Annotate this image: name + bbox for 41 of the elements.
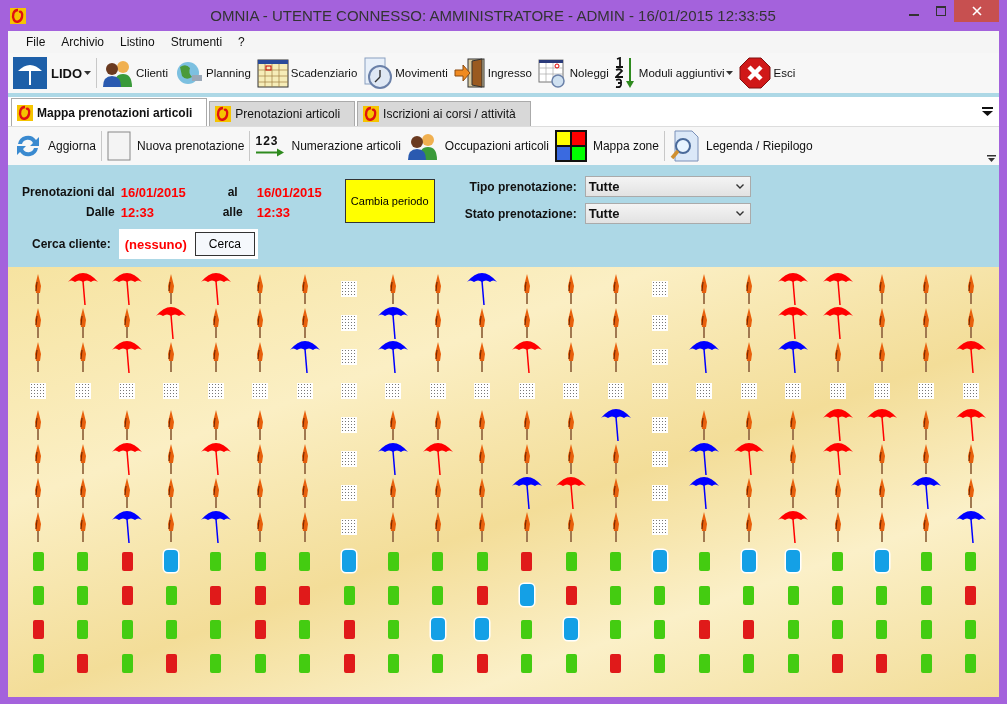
menu-item[interactable]: Archivio [53, 35, 113, 49]
toolbar-button[interactable]: Mappa zone [551, 130, 662, 162]
time-value: 12:33 [120, 205, 155, 220]
field-label: Tipo prenotazione: [468, 179, 577, 194]
tab[interactable]: Iscrizioni ai corsi / attività [357, 101, 531, 126]
field-label: alle [221, 205, 244, 220]
toolbar-button[interactable]: Esci [736, 55, 799, 91]
field-label: Stato prenotazione: [464, 206, 577, 221]
change-period-button[interactable]: Cambia periodo [344, 179, 435, 223]
window-title: OMNIA - UTENTE CONNESSO: AMMINISTRATORE - ADMIN - 16/01/2015 12:33:55 [209, 7, 777, 24]
toolbar-button[interactable]: Scadenziario [253, 55, 361, 91]
tab[interactable]: Prenotazioni articoli [209, 101, 356, 126]
field-label: Cerca cliente: [32, 237, 111, 251]
toolbar-button[interactable]: LIDO [10, 55, 95, 91]
icon-numbers: 123 [255, 135, 279, 148]
search-button[interactable]: Cerca [194, 232, 255, 256]
menu-item[interactable]: Listino [112, 35, 163, 49]
field-label: Dalle [85, 205, 115, 220]
type-dropdown[interactable]: Tutte [584, 176, 751, 197]
toolbar-button[interactable]: Movimenti [360, 55, 451, 91]
tab[interactable]: Mappa prenotazioni articoli [11, 98, 208, 126]
toolbar-button[interactable]: Nuova prenotazione [104, 131, 248, 161]
date-value: 16/01/2015 [120, 185, 187, 200]
toolbar-button[interactable]: Aggiorna [11, 132, 100, 160]
status-dropdown[interactable]: Tutte [584, 203, 751, 224]
field-label: Prenotazioni dal [22, 185, 115, 200]
date-value: 16/01/2015 [256, 185, 323, 200]
toolbar-button[interactable]: Legenda / Riepilogo [666, 130, 816, 162]
toolbar-button[interactable]: Occupazioni articoli [403, 132, 552, 160]
menu-item[interactable]: Strumenti [162, 35, 231, 49]
customer-value: (nessuno) [124, 236, 187, 252]
toolbar-button[interactable]: Moduli aggiuntivi [611, 55, 737, 91]
time-value: 12:33 [256, 205, 291, 220]
field-label: al [226, 185, 239, 200]
menu-item[interactable]: File [18, 35, 54, 49]
toolbar-button[interactable]: Noleggi [534, 55, 612, 91]
menu-item[interactable]: ? [230, 35, 253, 49]
toolbar-button[interactable]: Clienti [99, 55, 172, 91]
toolbar-button[interactable]: 123 Numerazione articoli [252, 135, 404, 157]
toolbar-button[interactable]: Planning [171, 55, 254, 91]
toolbar-button[interactable]: Ingresso [450, 55, 535, 91]
